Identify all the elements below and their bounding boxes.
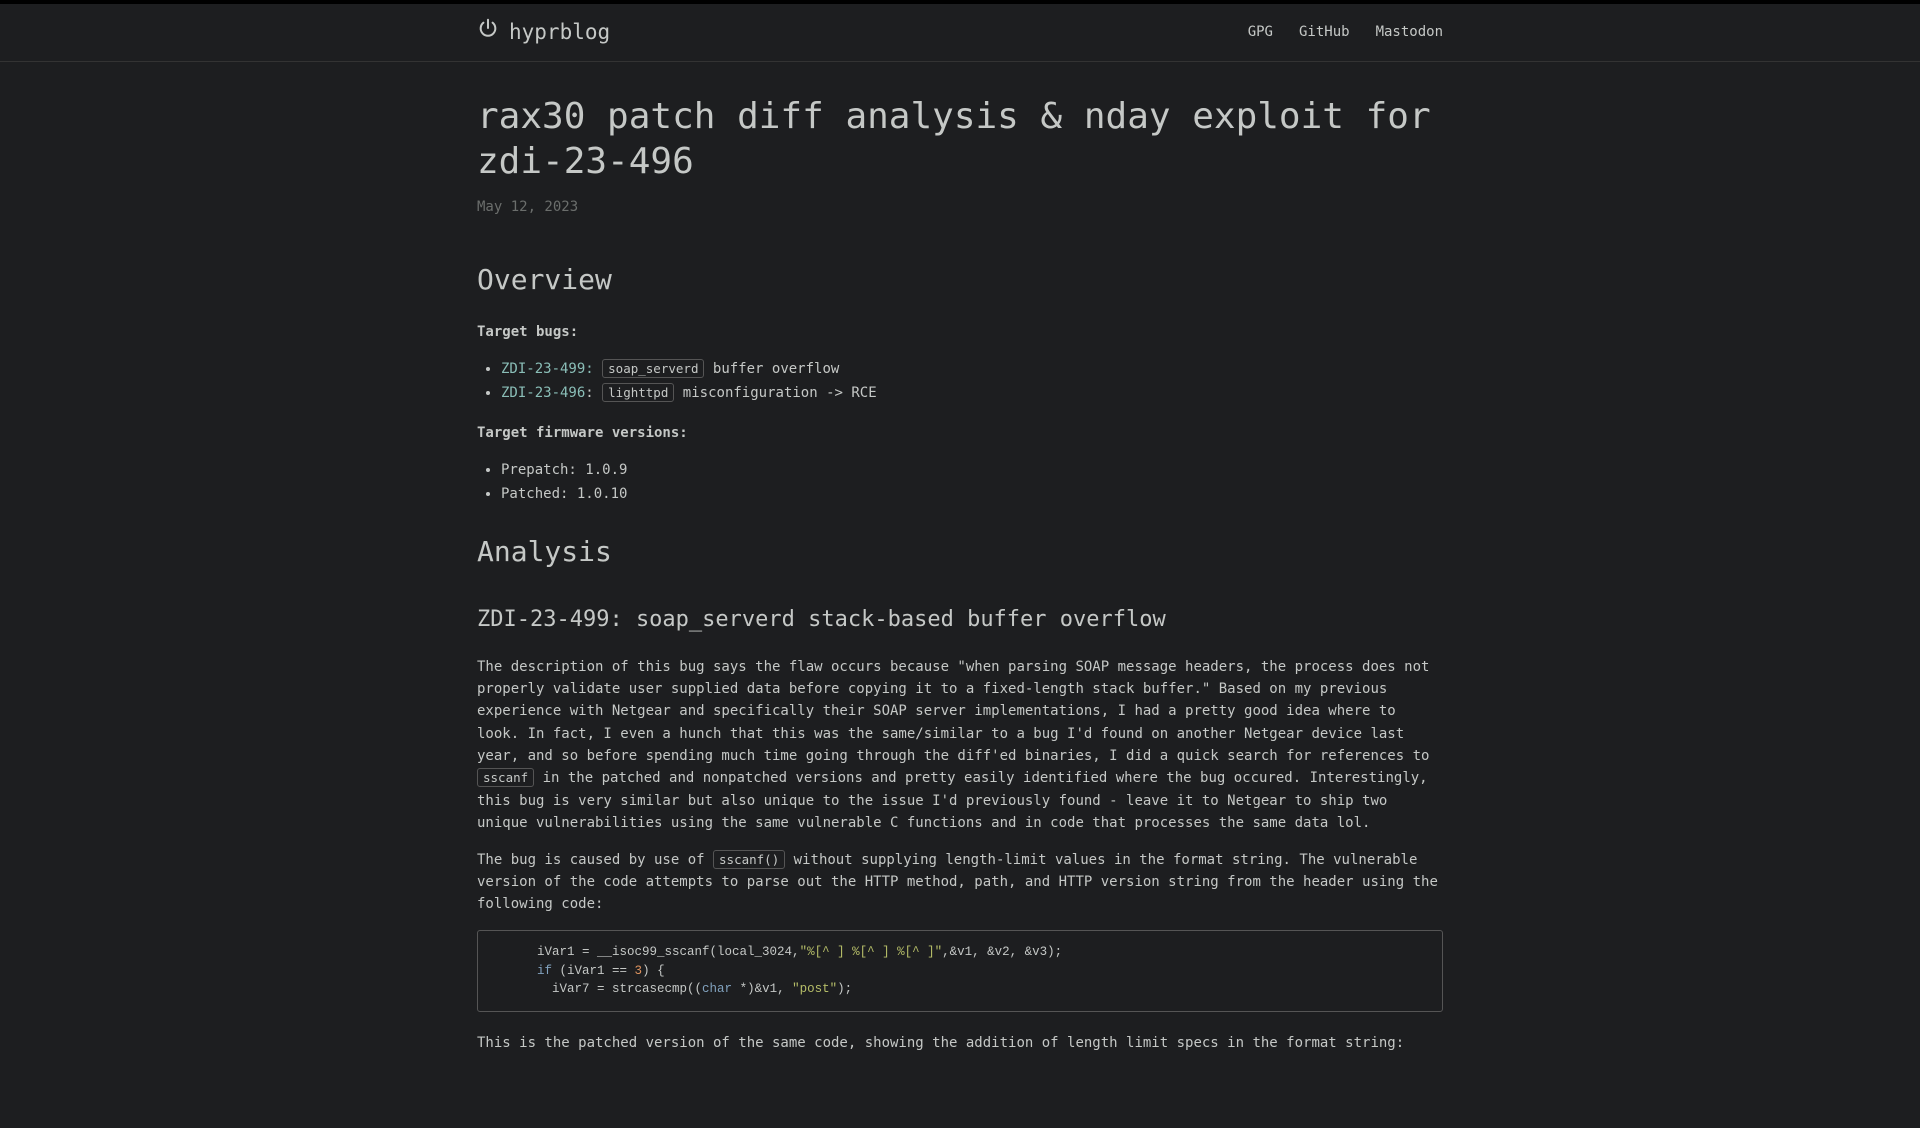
nav-links: GPG GitHub Mastodon [1248,21,1443,43]
code-text: iVar7 = strcasecmp(( [492,982,702,996]
para1-text-b: in the patched and nonpatched versions a… [477,770,1428,831]
code-text: (iVar1 == [552,964,635,978]
list-item: Prepatch: 1.0.9 [501,459,1443,481]
zdi496-colon: : [585,385,602,401]
paragraph: This is the patched version of the same … [477,1032,1443,1054]
site-header: hyprblog GPG GitHub Mastodon [0,4,1920,62]
code-sscanf: sscanf [477,768,534,787]
code-text [492,964,537,978]
fw-versions-list: Prepatch: 1.0.9 Patched: 1.0.10 [501,459,1443,506]
paragraph: The description of this bug says the fla… [477,656,1443,835]
target-fw-label: Target firmware versions: [477,425,688,441]
para1-text-a: The description of this bug says the fla… [477,659,1429,765]
power-icon [477,16,499,50]
brand-text: hyprblog [509,16,610,50]
list-item: ZDI-23-499: soap_serverd buffer overflow [501,358,1443,380]
para2-text-a: The bug is caused by use of [477,852,713,868]
target-bugs-list: ZDI-23-499: soap_serverd buffer overflow… [501,358,1443,405]
overview-heading: Overview [477,258,1443,303]
code-number: 3 [635,964,643,978]
list-item: ZDI-23-496: lighttpd misconfiguration ->… [501,382,1443,404]
target-bugs-label: Target bugs: [477,324,578,340]
zdi499-desc: buffer overflow [704,361,839,377]
code-soap-serverd: soap_serverd [602,359,704,378]
code-text: *)&v1, [732,982,792,996]
zdi496-desc: misconfiguration -> RCE [674,385,876,401]
list-item: Patched: 1.0.10 [501,483,1443,505]
article-body: Overview Target bugs: ZDI-23-499: soap_s… [477,258,1443,1054]
brand-link[interactable]: hyprblog [477,16,610,50]
analysis-heading: Analysis [477,530,1443,575]
code-lighttpd: lighttpd [602,383,674,402]
code-text: ,&v1, &v2, &v3); [942,945,1062,959]
zdi499-subheading: ZDI-23-499: soap_serverd stack-based buf… [477,602,1443,637]
zdi-499-link[interactable]: ZDI-23-499: [501,361,594,377]
nav-github[interactable]: GitHub [1299,21,1350,43]
zdi-496-link[interactable]: ZDI-23-496 [501,385,585,401]
code-text: ); [837,982,852,996]
code-text: ) { [642,964,665,978]
code-block-vuln: iVar1 = __isoc99_sscanf(local_3024,"%[^ … [477,930,1443,1012]
nav-mastodon[interactable]: Mastodon [1376,21,1443,43]
code-type: char [702,982,732,996]
code-string: "post" [792,982,837,996]
main-content: rax30 patch diff analysis & nday exploit… [477,62,1443,1128]
code-text: iVar1 = __isoc99_sscanf(local_3024, [492,945,800,959]
paragraph: The bug is caused by use of sscanf() wit… [477,849,1443,916]
code-keyword: if [537,964,552,978]
page-title: rax30 patch diff analysis & nday exploit… [477,94,1443,184]
code-string: "%[^ ] %[^ ] %[^ ]" [800,945,943,959]
post-date: May 12, 2023 [477,196,1443,218]
code-sscanf-fn: sscanf() [713,850,785,869]
nav-gpg[interactable]: GPG [1248,21,1273,43]
